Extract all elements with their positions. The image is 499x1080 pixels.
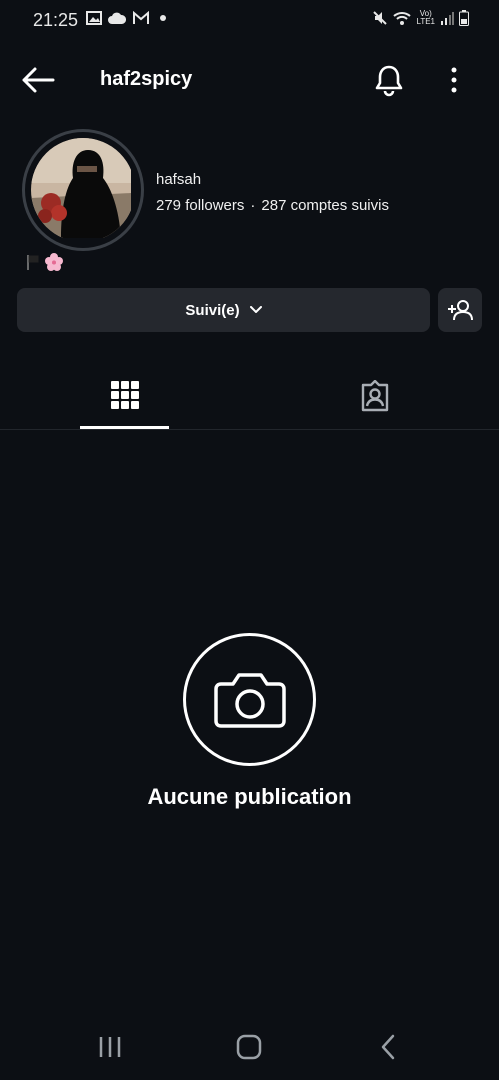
mute-icon — [373, 11, 388, 25]
tab-tagged[interactable] — [250, 360, 499, 430]
display-name: hafsah — [156, 171, 202, 188]
grid-icon — [110, 381, 139, 409]
tagged-person-icon — [361, 380, 388, 412]
profile-header: haf2spicy — [0, 55, 499, 105]
wifi-icon — [393, 12, 412, 25]
following-count[interactable]: 287 comptes suivis — [261, 197, 389, 214]
home-button[interactable] — [234, 1032, 264, 1062]
more-vertical-icon — [451, 67, 457, 93]
suggested-users-button[interactable] — [438, 288, 482, 332]
more-options-button[interactable] — [444, 63, 464, 97]
recent-apps-button[interactable] — [95, 1032, 125, 1062]
following-button[interactable]: Suivi(e) — [17, 288, 430, 332]
cherry-blossom-icon — [45, 253, 63, 271]
avatar — [31, 138, 135, 242]
system-back-button[interactable] — [375, 1032, 401, 1062]
image-icon — [86, 11, 102, 25]
followers-count[interactable]: 279 followers — [156, 197, 244, 214]
status-time: 21:25 — [33, 10, 79, 30]
dot-icon — [160, 15, 166, 21]
stats-separator: · — [250, 197, 256, 214]
cloud-icon — [108, 12, 126, 24]
empty-state-circle — [183, 633, 316, 766]
bio — [26, 252, 64, 272]
lte-icon: Vo) LTE1 — [416, 9, 435, 26]
avatar-ring[interactable] — [22, 129, 144, 251]
arrow-left-icon — [22, 67, 55, 93]
recent-apps-icon — [99, 1037, 121, 1057]
battery-icon — [459, 10, 469, 26]
avatar-image — [31, 138, 131, 238]
page-title: haf2spicy — [100, 68, 193, 90]
chevron-down-icon — [249, 306, 262, 313]
empty-state-message: Aucune publication — [147, 784, 352, 809]
back-button[interactable] — [20, 65, 56, 95]
gmail-icon — [133, 11, 149, 24]
profile-screen: 21:25 Vo) LTE1 haf2spicy hafsah 279 foll… — [0, 0, 499, 1080]
profile-stats: 279 followers · 287 comptes suivis — [156, 197, 389, 214]
following-button-label: Suivi(e) — [185, 301, 240, 319]
active-tab-indicator — [80, 426, 169, 429]
tab-posts-grid[interactable] — [0, 360, 249, 430]
add-person-icon — [448, 300, 473, 321]
bell-icon — [375, 65, 403, 97]
flag-icon — [27, 255, 39, 270]
content-tabs — [0, 360, 499, 430]
home-icon — [236, 1034, 262, 1060]
system-nav-bar — [0, 1014, 499, 1080]
status-bar: 21:25 Vo) LTE1 — [0, 0, 499, 40]
chevron-left-icon — [381, 1034, 395, 1060]
notifications-button[interactable] — [372, 63, 406, 97]
camera-icon — [213, 672, 286, 728]
signal-icon — [441, 12, 454, 25]
